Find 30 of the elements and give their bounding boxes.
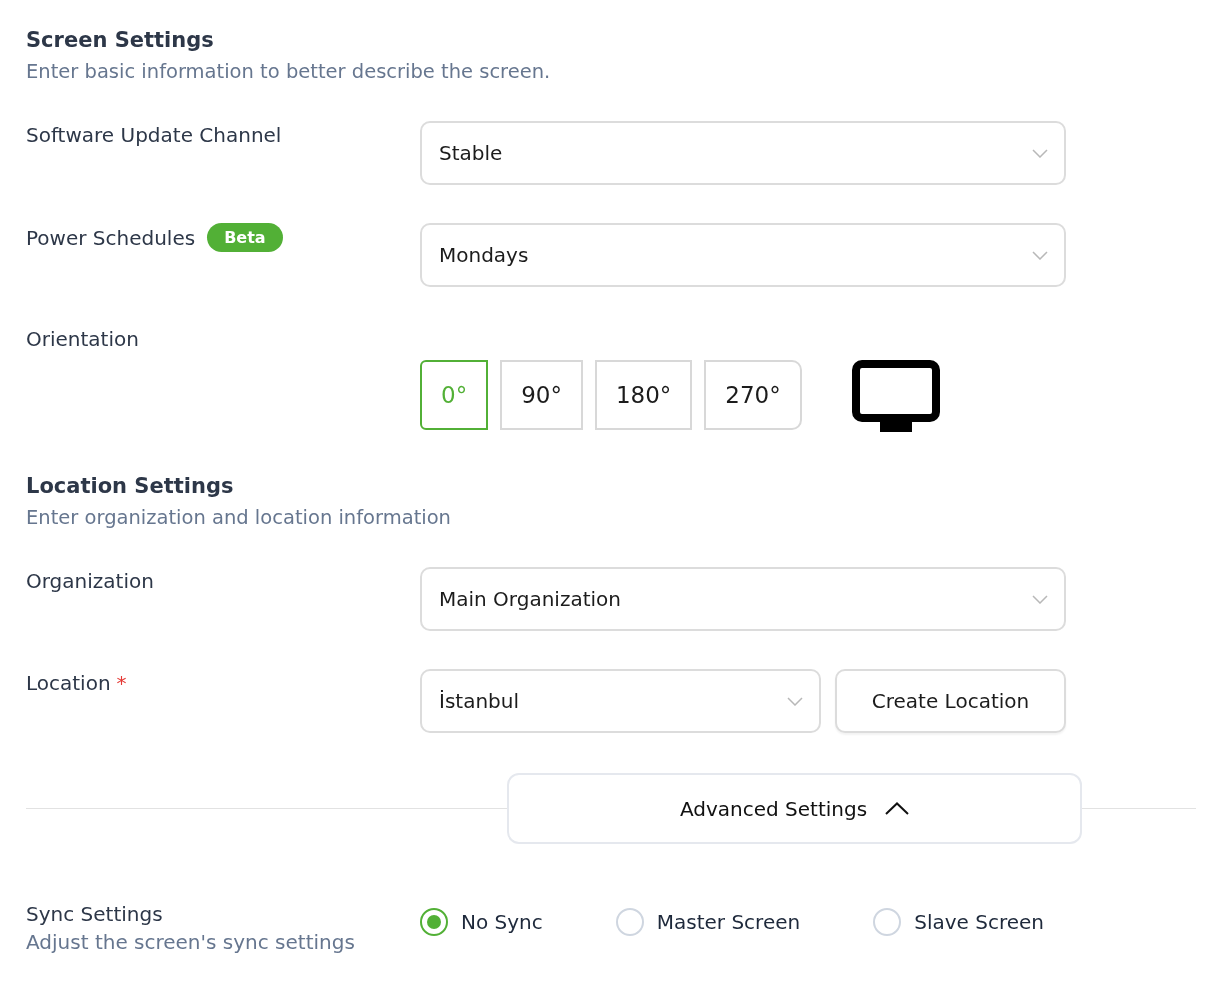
radio-option[interactable]: No Sync: [420, 908, 543, 936]
dropdown-select[interactable]: Stable: [420, 121, 1066, 185]
radio-option[interactable]: Master Screen: [615, 908, 801, 936]
chevron-down-icon: [1032, 148, 1048, 158]
section-title: Screen Settings: [26, 27, 214, 54]
dropdown-select[interactable]: Main Organization: [420, 567, 1066, 631]
field-label: Sync Settings: [26, 901, 163, 928]
dropdown-select[interactable]: Mondays: [420, 223, 1066, 287]
section-subtitle: Enter organization and location information: [26, 506, 451, 530]
field-label: Organization: [26, 568, 154, 595]
field-label: Location: [26, 670, 111, 697]
orientation-option[interactable]: 90°: [500, 360, 583, 430]
radio-option[interactable]: Slave Screen: [873, 908, 1044, 936]
chevron-down-icon: [1032, 594, 1048, 604]
create-location-button[interactable]: Create Location: [835, 669, 1066, 733]
orientation-option[interactable]: 180°: [594, 360, 693, 430]
field-description: Adjust the screen's sync settings: [26, 930, 355, 954]
monitor-icon: [851, 360, 940, 432]
dropdown-select[interactable]: İstanbul: [420, 669, 821, 733]
section-subtitle: Enter basic information to better describe the screen.: [26, 60, 551, 84]
chevron-down-icon: [787, 696, 803, 706]
field-label: Software Update Channel: [26, 122, 282, 149]
orientation-option[interactable]: 270°: [704, 360, 802, 430]
required-mark: *: [116, 670, 127, 697]
beta-badge: Beta: [207, 223, 283, 252]
chevron-down-icon: [1032, 250, 1048, 260]
field-label: Orientation: [26, 326, 139, 353]
advanced-settings-button[interactable]: Advanced Settings: [507, 773, 1082, 844]
section-title: Location Settings: [26, 473, 234, 500]
field-label: Power Schedules: [26, 224, 196, 252]
